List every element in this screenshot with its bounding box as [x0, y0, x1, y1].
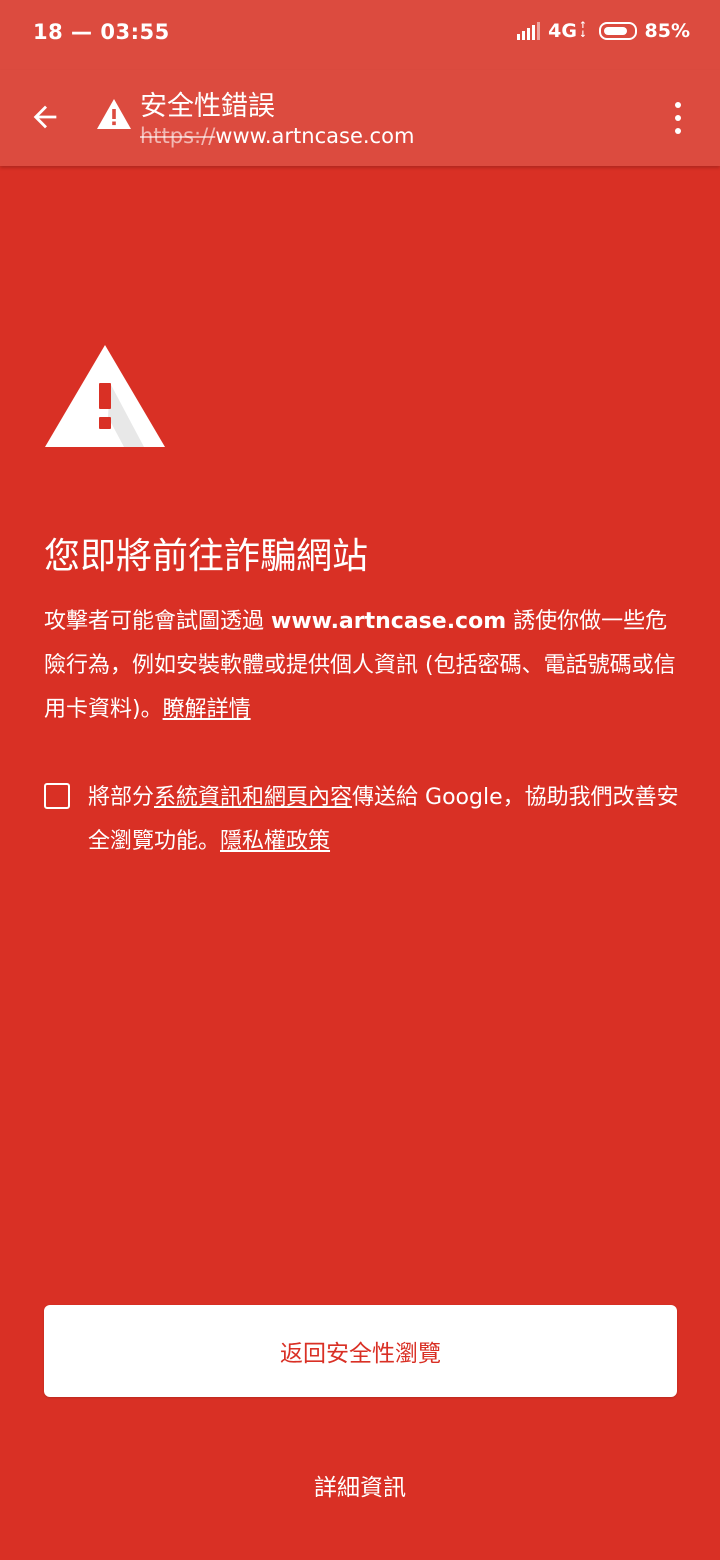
arrow-left-icon [33, 105, 57, 129]
warning-triangle-icon [45, 345, 165, 447]
status-indicators: 4G ↑ ↓ 85% [517, 20, 690, 42]
system-info-link[interactable]: 系統資訊和網頁內容 [154, 785, 352, 810]
network-type: 4G [548, 20, 577, 42]
url-scheme: https:// [140, 124, 216, 148]
safe-browsing-interstitial: 18 — 03:55 4G ↑ ↓ 85% 安全性錯誤 https://www.… [0, 0, 720, 1560]
back-button[interactable] [22, 94, 68, 140]
page-title: 安全性錯誤 [140, 91, 275, 122]
battery-fill [603, 27, 628, 35]
more-vert-icon [675, 102, 681, 108]
learn-more-link[interactable]: 瞭解詳情 [163, 697, 251, 722]
headline: 您即將前往詐騙網站 [44, 536, 369, 577]
explanation-text: 攻擊者可能會試圖透過 www.artncase.com 誘使你做一些危險行為，例… [44, 600, 680, 732]
network-indicator: 4G ↑ ↓ [548, 20, 586, 42]
status-time: 18 — 03:55 [33, 20, 170, 44]
status-bar: 18 — 03:55 4G ↑ ↓ 85% [0, 0, 720, 70]
more-vert-dot [675, 115, 681, 121]
extended-reporting-checkbox[interactable] [44, 783, 70, 809]
url-host: www.artncase.com [215, 124, 415, 148]
overflow-menu-button[interactable] [664, 98, 692, 138]
more-vert-dot [675, 128, 681, 134]
battery-percent: 85% [644, 20, 690, 42]
site-domain: www.artncase.com [271, 609, 507, 634]
data-arrows-icon: ↑ ↓ [578, 21, 587, 40]
body-prefix: 攻擊者可能會試圖透過 [44, 609, 271, 634]
privacy-policy-link[interactable]: 隱私權政策 [220, 829, 330, 854]
extended-reporting-text: 將部分系統資訊和網頁內容傳送給 Google，協助我們改善安全瀏覽功能。隱私權政… [88, 776, 684, 864]
battery-icon [598, 22, 637, 40]
url-display[interactable]: https://www.artncase.com [140, 124, 414, 148]
top-toolbar: 安全性錯誤 https://www.artncase.com [0, 70, 720, 166]
back-to-safety-button[interactable]: 返回安全性瀏覽 [44, 1305, 677, 1397]
warning-triangle-icon [97, 99, 131, 129]
optin-prefix: 將部分 [88, 785, 155, 810]
signal-icon [517, 22, 541, 40]
details-button[interactable]: 詳細資訊 [0, 1465, 720, 1505]
